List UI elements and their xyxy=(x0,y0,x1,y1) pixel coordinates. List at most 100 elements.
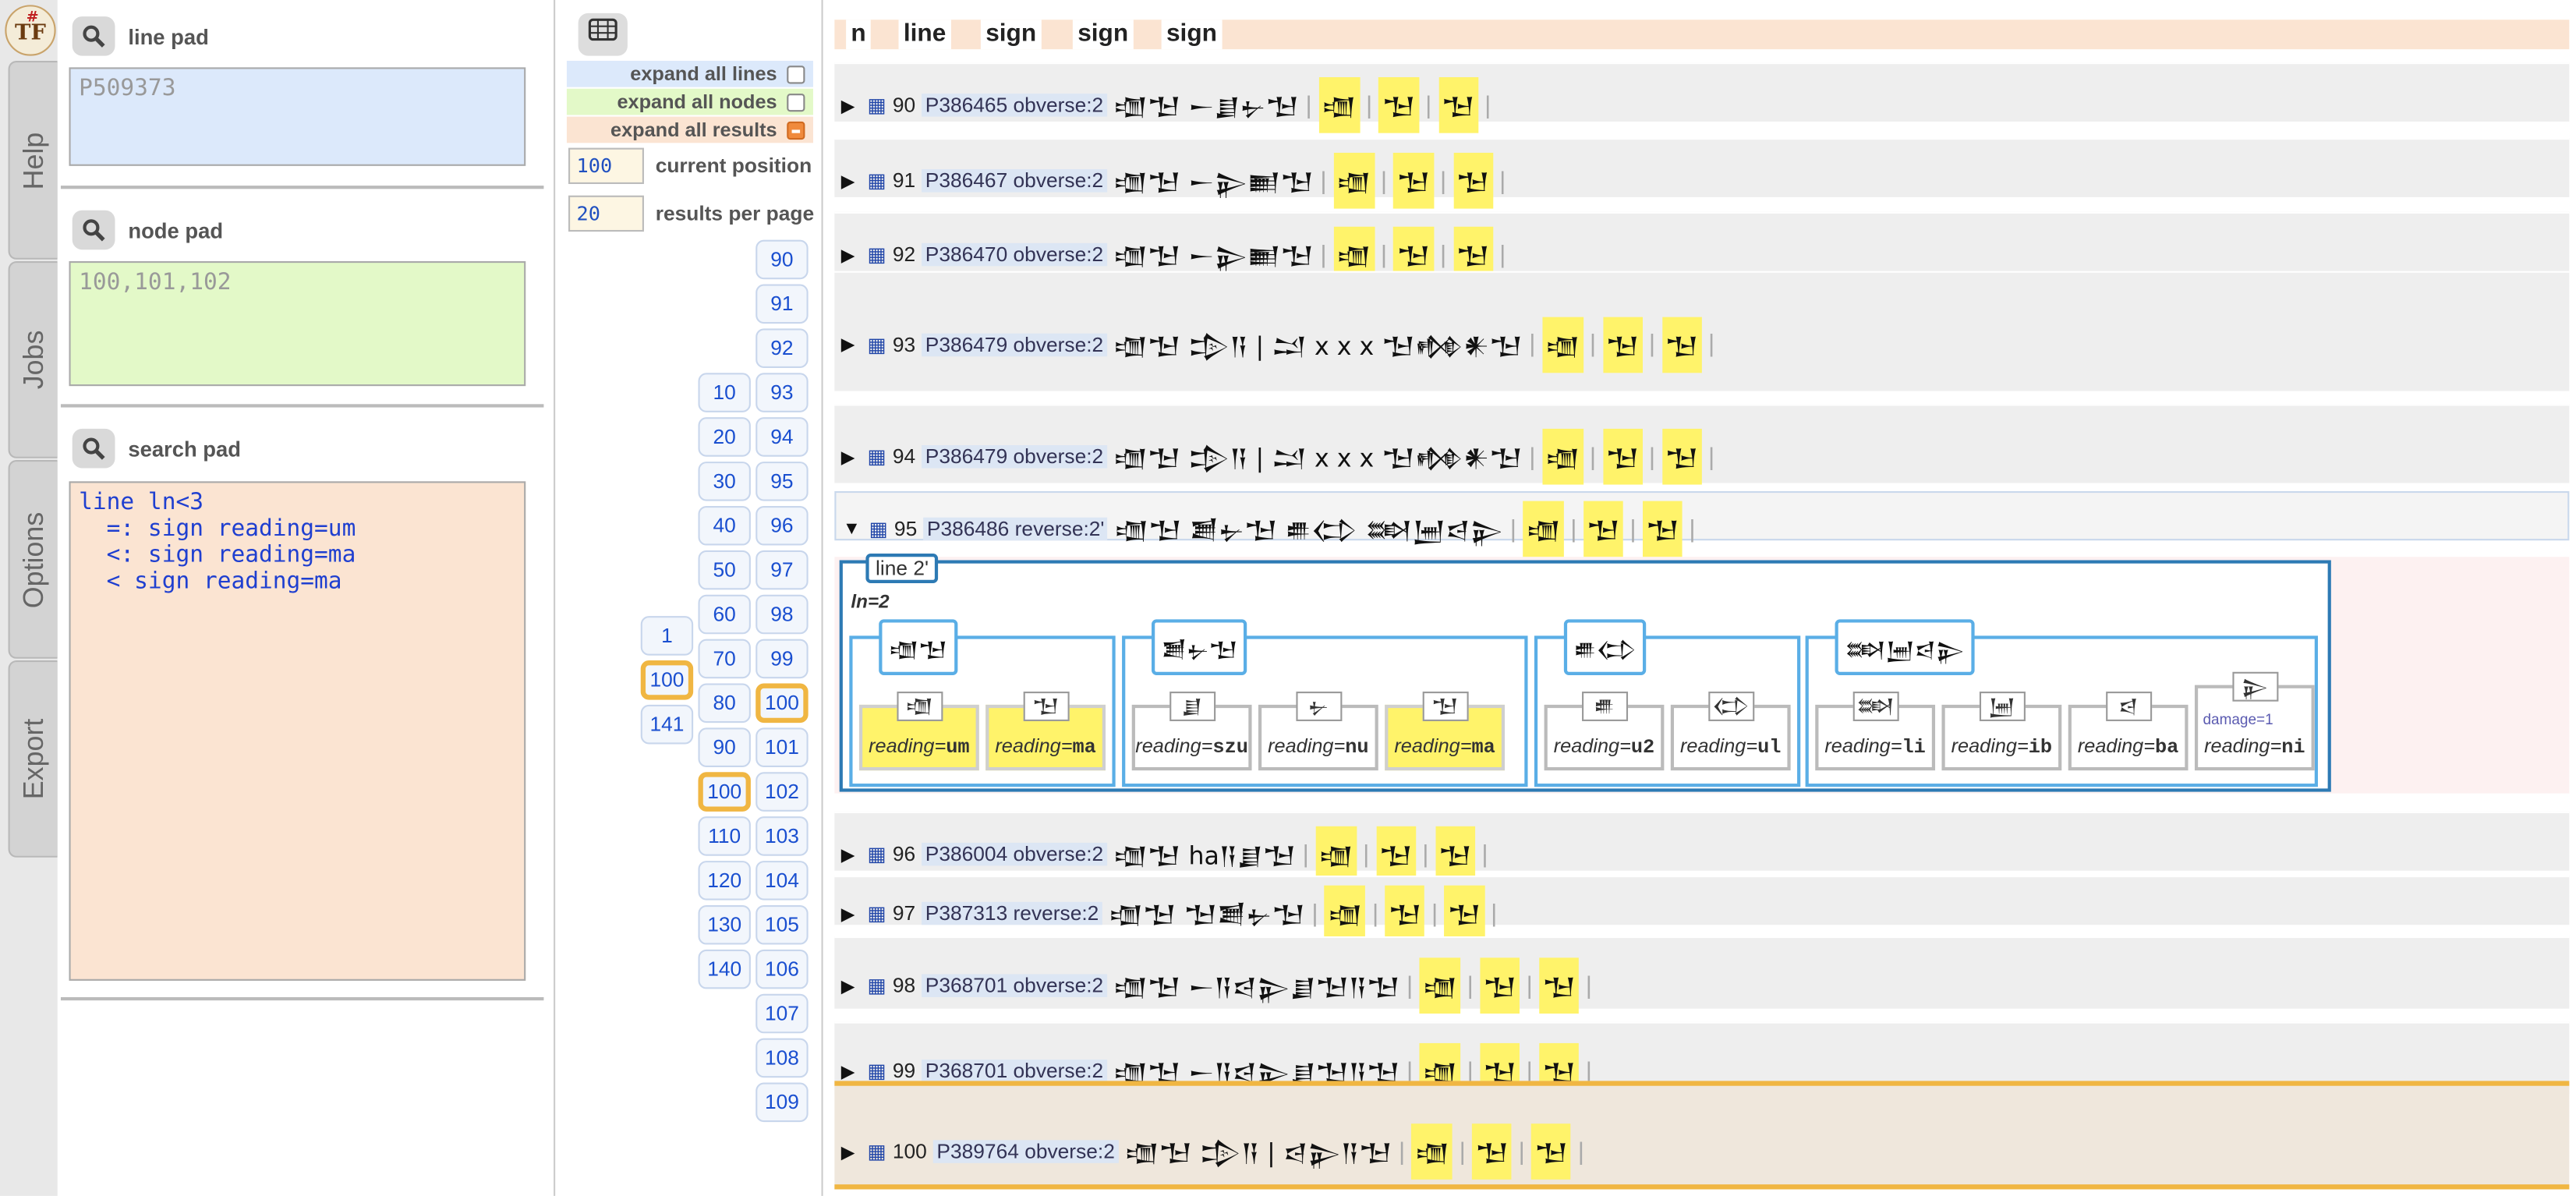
table-icon[interactable]: ▦ xyxy=(867,243,886,266)
expand-all-lines[interactable]: expand all lines xyxy=(566,60,813,87)
table-icon[interactable]: ▦ xyxy=(867,1060,886,1082)
page-jump-91[interactable]: 91 xyxy=(755,284,809,324)
result-row[interactable]: ▼ ▦ 95 P386486 reverse:2' 𒌝𒈠 𒋢𒉡𒈠 𒌑𒌌 𒇷𒅁𒁀𒉌… xyxy=(834,490,2570,557)
expand-triangle-icon[interactable]: ▶ xyxy=(841,446,861,467)
page-jump-97[interactable]: 97 xyxy=(755,550,809,590)
sign-node[interactable]: 𒌑 reading=u2 xyxy=(1544,692,1665,771)
result-id[interactable]: P387313 reverse:2 xyxy=(922,901,1102,925)
expand-results-checkbox[interactable] xyxy=(787,121,805,140)
table-icon[interactable]: ▦ xyxy=(867,94,886,116)
page-jump-130[interactable]: 130 xyxy=(698,904,751,945)
sign-node[interactable]: 𒁀 reading=ba xyxy=(2068,692,2189,771)
expand-lines-checkbox[interactable] xyxy=(787,65,805,84)
expand-triangle-icon[interactable]: ▶ xyxy=(841,975,861,996)
word-node[interactable]: 𒇷𒅁𒁀𒉌 𒇷 reading=li 𒅁 reading=ib 𒁀 reading… xyxy=(1805,619,2318,787)
sign-node[interactable]: 𒅁 reading=ib xyxy=(1941,692,2062,771)
page-jump-20[interactable]: 20 xyxy=(698,417,751,457)
search-icon[interactable] xyxy=(72,16,115,56)
page-jump-93[interactable]: 93 xyxy=(755,373,809,412)
table-icon[interactable]: ▦ xyxy=(867,333,886,356)
page-jump-103[interactable]: 103 xyxy=(755,816,809,856)
page-jump-100[interactable]: 100 xyxy=(640,660,694,700)
page-jump-92[interactable]: 92 xyxy=(755,328,809,368)
result-id[interactable]: P386479 obverse:2 xyxy=(922,332,1107,356)
tf-logo[interactable]: # TF xyxy=(5,5,56,56)
result-row[interactable]: ▶ ▦ 97 P387313 reverse:2 𒌝𒈠 𒈠𒋢𒉡𒈠 | 𒌝 | 𒈠… xyxy=(834,876,2570,942)
page-jump-40[interactable]: 40 xyxy=(698,505,751,546)
table-icon[interactable]: ▦ xyxy=(867,169,886,192)
result-row[interactable]: ▶ ▦ 91 P386467 obverse:2 𒌝𒈠 𒀸𒉌𒆤𒈠 | 𒌝 | 𒈠… xyxy=(834,137,2570,209)
node-pad-input[interactable]: 100,101,102 xyxy=(69,261,526,387)
page-jump-80[interactable]: 80 xyxy=(698,683,751,724)
result-id[interactable]: P386486 reverse:2' xyxy=(923,517,1108,541)
result-id[interactable]: P386004 obverse:2 xyxy=(922,842,1107,866)
page-jump-90[interactable]: 90 xyxy=(755,239,809,280)
word-node[interactable]: 𒌝𒈠 𒌝 reading=um 𒈠 reading=ma xyxy=(849,619,1116,787)
sign-node[interactable]: 𒌌 reading=ul xyxy=(1670,692,1791,771)
sign-node[interactable]: 𒌝 reading=um xyxy=(858,692,979,771)
search-icon[interactable] xyxy=(72,428,115,469)
line-pad-input[interactable]: P509373 xyxy=(69,67,526,166)
search-icon[interactable] xyxy=(72,210,115,250)
page-jump-100[interactable]: 100 xyxy=(698,772,751,812)
tab-options[interactable]: Options xyxy=(8,459,58,659)
page-jump-110[interactable]: 110 xyxy=(698,816,751,856)
sign-node[interactable]: 𒈠 reading=ma xyxy=(1385,692,1506,771)
word-node[interactable]: 𒌑𒌌 𒌑 reading=u2 𒌌 reading=ul xyxy=(1534,619,1801,787)
page-jump-100[interactable]: 100 xyxy=(755,683,809,724)
result-row[interactable]: ▶ ▦ 94 P386479 obverse:2 𒌝𒈠 𒄠𒀀 | 𒁺 x x x… xyxy=(834,404,2570,485)
page-jump-1[interactable]: 1 xyxy=(640,616,694,656)
page-jump-140[interactable]: 140 xyxy=(698,949,751,989)
result-row[interactable]: ▶ ▦ 92 P386470 obverse:2 𒌝𒈠 𒀸𒉌𒆤𒈠 | 𒌝 | 𒈠… xyxy=(834,211,2570,283)
search-pad-input[interactable]: line ln<3 =: sign reading=um <: sign rea… xyxy=(69,481,526,981)
line-node[interactable]: line 2' ln=2 𒌝𒈠 𒌝 reading=um 𒈠 reading=m… xyxy=(839,554,2331,792)
page-jump-107[interactable]: 107 xyxy=(755,993,809,1034)
expand-triangle-icon[interactable]: ▶ xyxy=(841,844,861,865)
result-id[interactable]: P389764 obverse:2 xyxy=(933,1140,1119,1163)
page-jump-10[interactable]: 10 xyxy=(698,373,751,412)
table-icon[interactable]: ▦ xyxy=(867,902,886,925)
result-id[interactable]: P386479 obverse:2 xyxy=(922,444,1107,469)
result-id[interactable]: P386465 obverse:2 xyxy=(922,94,1107,117)
result-row[interactable]: ▶ ▦ 93 P386479 obverse:2 𒌝𒈠 𒄠𒀀 | 𒁺 x x x… xyxy=(834,271,2570,391)
tab-jobs[interactable]: Jobs xyxy=(8,261,58,458)
page-jump-104[interactable]: 104 xyxy=(755,861,809,901)
result-row[interactable]: ▶ ▦ 96 P386004 obverse:2 𒌝𒈠 ha𒀀𒋗𒈠 | 𒌝 | … xyxy=(834,811,2570,883)
page-jump-101[interactable]: 101 xyxy=(755,727,809,767)
page-jump-99[interactable]: 99 xyxy=(755,639,809,679)
table-icon[interactable]: ▦ xyxy=(867,974,886,996)
expand-triangle-icon[interactable]: ▶ xyxy=(841,334,861,355)
expand-all-results[interactable]: expand all results xyxy=(566,116,813,143)
table-icon[interactable]: ▦ xyxy=(867,1140,886,1162)
expand-triangle-icon[interactable]: ▶ xyxy=(841,170,861,191)
expand-triangle-icon[interactable]: ▶ xyxy=(841,1141,861,1162)
page-jump-94[interactable]: 94 xyxy=(755,417,809,457)
results-per-page-input[interactable]: 20 xyxy=(568,195,644,232)
result-id[interactable]: P386470 obverse:2 xyxy=(922,242,1107,267)
page-jump-96[interactable]: 96 xyxy=(755,505,809,546)
page-jump-108[interactable]: 108 xyxy=(755,1038,809,1078)
page-jump-109[interactable]: 109 xyxy=(755,1082,809,1123)
sign-node[interactable]: 𒈠 reading=ma xyxy=(985,692,1106,771)
page-jump-90[interactable]: 90 xyxy=(698,727,751,767)
page-jump-95[interactable]: 95 xyxy=(755,462,809,501)
page-jump-106[interactable]: 106 xyxy=(755,949,809,989)
sign-node[interactable]: 𒇷 reading=li xyxy=(1815,692,1936,771)
page-jump-102[interactable]: 102 xyxy=(755,772,809,812)
tab-help[interactable]: Help xyxy=(8,60,58,260)
page-jump-98[interactable]: 98 xyxy=(755,594,809,635)
page-jump-141[interactable]: 141 xyxy=(640,704,694,745)
result-id[interactable]: P368701 obverse:2 xyxy=(922,974,1107,997)
expand-triangle-icon[interactable]: ▶ xyxy=(841,903,861,924)
page-jump-105[interactable]: 105 xyxy=(755,904,809,945)
sign-node[interactable]: 𒉌 damage=1 reading=ni xyxy=(2194,671,2315,771)
current-position-input[interactable]: 100 xyxy=(568,147,644,184)
page-jump-70[interactable]: 70 xyxy=(698,639,751,679)
table-icon[interactable]: ▦ xyxy=(869,518,888,540)
page-jump-30[interactable]: 30 xyxy=(698,462,751,501)
page-jump-50[interactable]: 50 xyxy=(698,550,751,590)
page-jump-60[interactable]: 60 xyxy=(698,594,751,635)
sign-node[interactable]: 𒋗 reading=szu xyxy=(1131,692,1252,771)
word-node[interactable]: 𒋢𒉡𒈠 𒋗 reading=szu 𒉡 reading=nu 𒈠 reading… xyxy=(1122,619,1528,787)
result-row[interactable]: ▶ ▦ 98 P368701 obverse:2 𒌝𒈠 𒀸𒀀𒁀𒉌𒋗𒈠𒀀𒈠 | 𒌝… xyxy=(834,936,2570,1014)
